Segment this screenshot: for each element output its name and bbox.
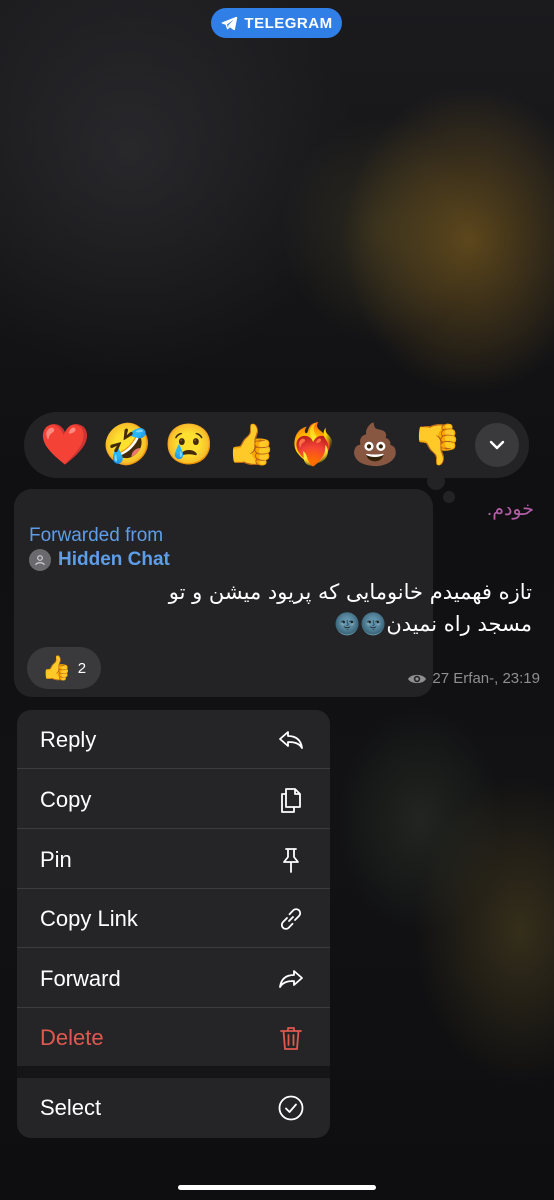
telegram-badge: TELEGRAM (211, 8, 342, 38)
reactions-bubble-tail (427, 472, 445, 490)
link-icon (280, 907, 302, 930)
more-reactions-button[interactable] (475, 423, 519, 467)
menu-item-copy[interactable]: Copy (17, 770, 330, 829)
forward-icon (279, 969, 303, 988)
menu-item-select[interactable]: Select (17, 1078, 330, 1137)
reaction-chip[interactable]: 👍 2 (27, 647, 101, 689)
badge-label: TELEGRAM (244, 14, 333, 32)
reaction-heart-on-fire[interactable]: ❤️‍🔥 (282, 414, 344, 476)
forwarded-source[interactable]: Hidden Chat (29, 549, 170, 571)
telegram-plane-icon (222, 16, 238, 31)
menu-item-label: Delete (40, 1024, 104, 1050)
menu-item-pin[interactable]: Pin (17, 830, 330, 889)
forwarded-label: Forwarded from (29, 525, 164, 546)
menu-item-label: Pin (40, 846, 72, 872)
sender-name[interactable]: خودم. (487, 498, 534, 521)
message-meta-text: 27 Erfan-, 23:19 (432, 670, 540, 687)
menu-item-forward[interactable]: Forward (17, 949, 330, 1008)
menu-item-label: Select (40, 1094, 102, 1120)
reply-icon (279, 730, 303, 749)
forwarded-name: Hidden Chat (58, 549, 170, 570)
message-text: تازه فهمیدم خانومایی که پریود میشن و تو … (168, 580, 532, 636)
reaction-chip-count: 2 (77, 659, 87, 677)
reaction-rofl[interactable]: 🤣 (96, 414, 158, 476)
hidden-user-icon (29, 549, 51, 571)
menu-item-delete[interactable]: Delete (17, 1008, 330, 1067)
check-circle-icon (278, 1095, 304, 1120)
menu-item-label: Copy Link (40, 905, 138, 931)
reaction-heart[interactable]: ❤️ (34, 414, 96, 476)
menu-item-label: Copy (40, 786, 92, 812)
reaction-poop[interactable]: 💩 (344, 414, 406, 476)
message-meta: 27 Erfan-, 23:19 (370, 670, 540, 687)
reaction-thumbs-down[interactable]: 👎 (406, 414, 468, 476)
reaction-thumbs-up[interactable]: 👍 (220, 414, 282, 476)
chevron-down-icon (489, 440, 505, 450)
context-menu: Reply Copy Pin Copy Link Forward Delete … (17, 710, 330, 1138)
home-indicator[interactable] (178, 1185, 376, 1190)
menu-item-label: Reply (40, 726, 97, 752)
copy-icon (281, 787, 301, 813)
reaction-crying[interactable]: 😢 (158, 414, 220, 476)
menu-separator (17, 1066, 330, 1078)
eye-icon (408, 674, 427, 683)
reaction-chip-emoji: 👍 (41, 654, 72, 682)
menu-item-copy-link[interactable]: Copy Link (17, 889, 330, 948)
menu-item-label: Forward (40, 965, 121, 991)
reactions-bubble-tail-small (443, 491, 455, 503)
pin-icon (283, 847, 299, 873)
reactions-bar: ❤️ 🤣 😢 👍 ❤️‍🔥 💩 👎 (24, 412, 529, 478)
menu-item-reply[interactable]: Reply (17, 710, 330, 769)
trash-icon (280, 1026, 302, 1050)
